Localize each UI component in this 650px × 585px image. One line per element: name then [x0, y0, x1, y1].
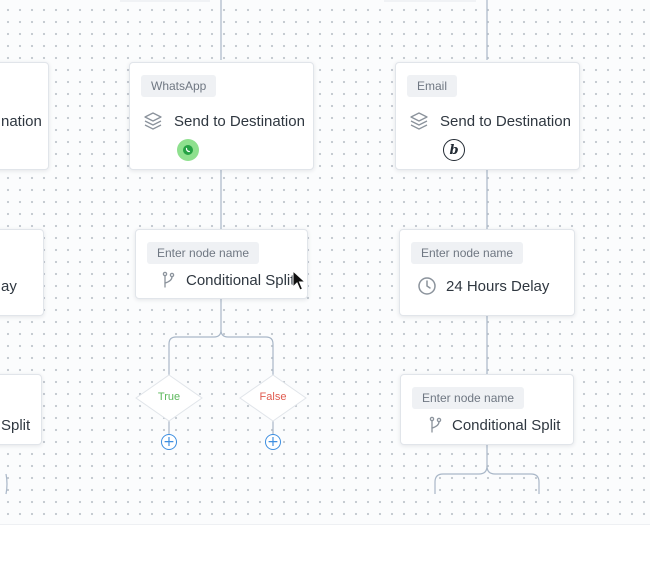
mouse-cursor-icon [292, 270, 306, 291]
clock-icon [416, 275, 438, 297]
layers-icon [142, 110, 164, 132]
plus-icon: + [267, 434, 279, 450]
add-false-branch-button[interactable]: + [265, 434, 281, 450]
partial-destination-label: nation [1, 113, 42, 130]
branch-icon [160, 269, 176, 291]
true-branch-label[interactable]: True [139, 391, 199, 403]
node-label: Conditional Split [186, 271, 295, 289]
email-destination-node[interactable]: Email Send to Destination b [395, 62, 580, 170]
plus-icon: + [163, 434, 175, 450]
add-true-branch-button[interactable]: + [161, 434, 177, 450]
node-name-field[interactable]: Enter node name [411, 242, 524, 264]
brand-b-icon: b [443, 139, 465, 161]
workflow-canvas[interactable]: nation ay Split WhatsApp Send to Destina… [0, 0, 650, 524]
branch-icon [427, 414, 443, 436]
whatsapp-destination-node[interactable]: WhatsApp Send to Destination [129, 62, 314, 170]
whatsapp-icon [177, 139, 199, 161]
node-label: Send to Destination [440, 112, 571, 130]
partial-delay-node[interactable]: ay [0, 229, 44, 316]
node-label: Send to Destination [174, 112, 305, 130]
node-label: Conditional Split [452, 416, 561, 434]
delay-node[interactable]: Enter node name 24 Hours Delay [399, 229, 575, 316]
conditional-split-node[interactable]: Enter node name Conditional Split [400, 374, 574, 445]
partial-destination-node[interactable]: nation [0, 62, 49, 170]
partial-split-node[interactable]: Split [0, 374, 42, 445]
partial-delay-label: ay [1, 278, 17, 295]
false-branch-label[interactable]: False [243, 391, 303, 403]
layers-icon [408, 110, 430, 132]
node-name-field[interactable]: Enter node name [412, 387, 525, 409]
bottom-panel [0, 524, 650, 585]
node-name-field[interactable]: Enter node name [147, 242, 260, 264]
node-label: 24 Hours Delay [446, 277, 550, 295]
channel-tag: WhatsApp [141, 75, 217, 97]
channel-tag: Email [407, 75, 458, 97]
partial-split-label: Split [1, 417, 31, 434]
conditional-split-node[interactable]: Enter node name Conditional Split [135, 229, 308, 299]
